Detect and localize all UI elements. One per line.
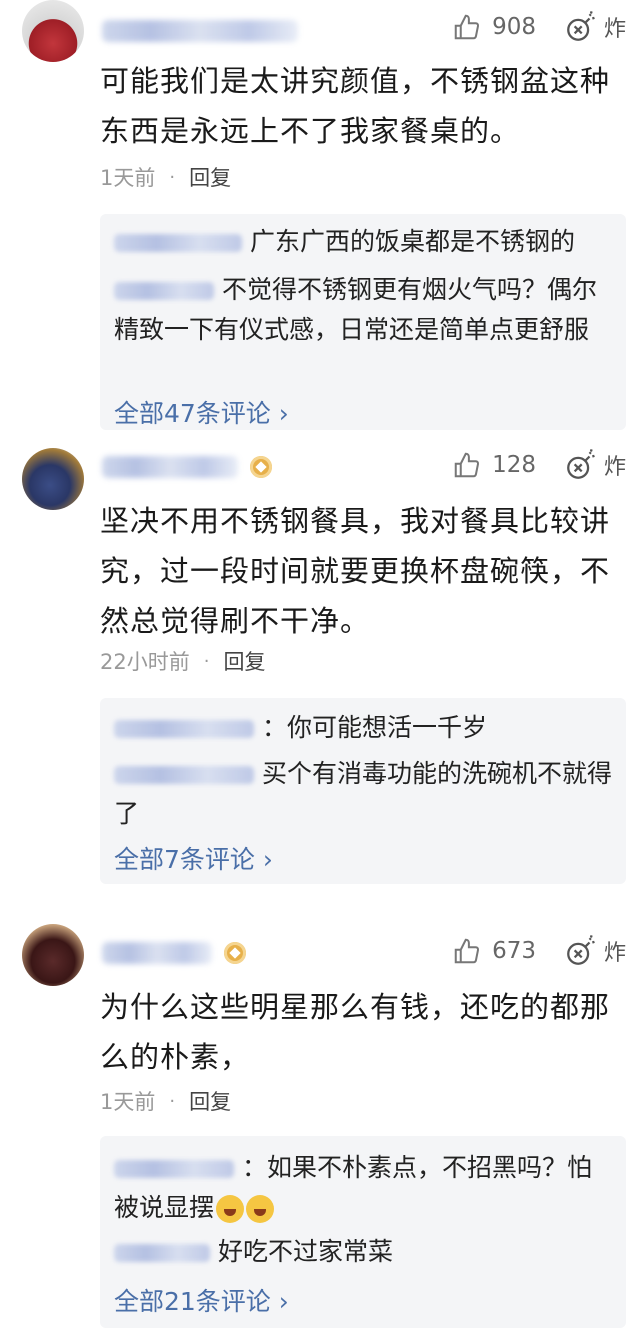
reply-box: 广东广西的饭桌都是不锈钢的 不觉得不锈钢更有烟火气吗？偶尔精致一下有仪式感，日常… [100,214,626,430]
reply-button[interactable]: 回复 [189,1086,231,1116]
reply-button[interactable]: 回复 [189,162,231,192]
like-count: 673 [492,938,536,964]
separator-dot: · [169,1090,176,1112]
reply-username[interactable] [114,1160,234,1178]
comment-item: 673 炸 为什么这些明星那么有钱，还吃的都那么的朴素， 1天前 · 回复 ：如… [0,910,640,1328]
comment-time: 22小时前 [100,650,190,674]
bomb-label: 炸 [603,941,626,966]
view-all-replies-link[interactable]: 全部21条评论 › [114,1282,289,1318]
avatar[interactable] [22,448,84,510]
level-badge-icon [224,942,246,964]
level-badge-icon [250,456,272,478]
username[interactable] [102,456,238,478]
bomb-button[interactable]: 炸 [564,10,626,44]
reply-item[interactable]: 广东广西的饭桌都是不锈钢的 [114,222,612,262]
separator-dot: · [203,650,210,672]
bomb-label: 炸 [603,455,626,480]
reply-item[interactable]: ：你可能想活一千岁 [114,708,612,748]
separator-dot: · [169,166,176,188]
reply-username[interactable] [114,766,254,784]
laughing-crying-emoji-icon [246,1195,275,1223]
bomb-button[interactable]: 炸 [564,448,626,482]
reply-username[interactable] [114,720,254,738]
like-count: 128 [492,452,536,478]
like-button[interactable]: 908 [452,12,536,42]
reply-text: ：你可能想活一千岁 [262,713,488,742]
comment-time: 1天前 [100,166,156,190]
reply-username[interactable] [114,1244,210,1262]
bomb-icon [567,11,595,41]
comment-item: 128 炸 坚决不用不锈钢餐具，我对餐具比较讲究，过一段时间就要更换杯盘碗筷，不… [0,430,640,885]
username[interactable] [102,942,212,964]
comment-item: 908 炸 可能我们是太讲究颜值，不锈钢盆这种东西是永远上不了我家餐桌的。 1天… [0,0,640,430]
reply-item[interactable]: 买个有消毒功能的洗碗机不就得了 [114,754,612,834]
avatar[interactable] [22,924,84,986]
like-count: 908 [492,14,536,40]
like-button[interactable]: 128 [452,450,536,480]
reply-username[interactable] [114,234,242,252]
bomb-icon [567,449,595,479]
reply-text: 好吃不过家常菜 [218,1237,394,1266]
thumbs-up-icon [454,14,480,40]
like-button[interactable]: 673 [452,936,536,966]
view-all-replies-link[interactable]: 全部7条评论 › [114,840,273,876]
comment-time: 1天前 [100,1090,156,1114]
comment-text: 可能我们是太讲究颜值，不锈钢盆这种东西是永远上不了我家餐桌的。 [100,64,611,148]
bomb-label: 炸 [603,17,626,42]
comment-text: 坚决不用不锈钢餐具，我对餐具比较讲究，过一段时间就要更换杯盘碗筷，不然总觉得刷不… [100,504,611,638]
reply-text: 广东广西的饭桌都是不锈钢的 [250,227,576,256]
reply-button[interactable]: 回复 [223,646,265,676]
reply-item[interactable]: 不觉得不锈钢更有烟火气吗？偶尔精致一下有仪式感，日常还是简单点更舒服 [114,270,612,350]
reply-item[interactable]: 好吃不过家常菜 [114,1232,612,1272]
reply-box: ：如果不朴素点，不招黑吗？怕被说显摆 好吃不过家常菜 全部21条评论 › [100,1136,626,1328]
reply-item[interactable]: ：如果不朴素点，不招黑吗？怕被说显摆 [114,1148,612,1228]
comment-meta: 1天前 · 回复 [100,162,231,192]
comment-text: 为什么这些明星那么有钱，还吃的都那么的朴素， [100,990,611,1074]
thumbs-up-icon [454,452,480,478]
username[interactable] [102,20,298,42]
avatar[interactable] [22,0,84,62]
thumbs-up-icon [454,938,480,964]
reply-username[interactable] [114,282,214,300]
comment-meta: 22小时前 · 回复 [100,646,265,676]
bomb-button[interactable]: 炸 [564,934,626,968]
comment-meta: 1天前 · 回复 [100,1086,231,1116]
view-all-replies-link[interactable]: 全部47条评论 › [114,394,289,430]
laughing-crying-emoji-icon [216,1195,245,1223]
reply-box: ：你可能想活一千岁 买个有消毒功能的洗碗机不就得了 全部7条评论 › [100,698,626,884]
bomb-icon [567,935,595,965]
